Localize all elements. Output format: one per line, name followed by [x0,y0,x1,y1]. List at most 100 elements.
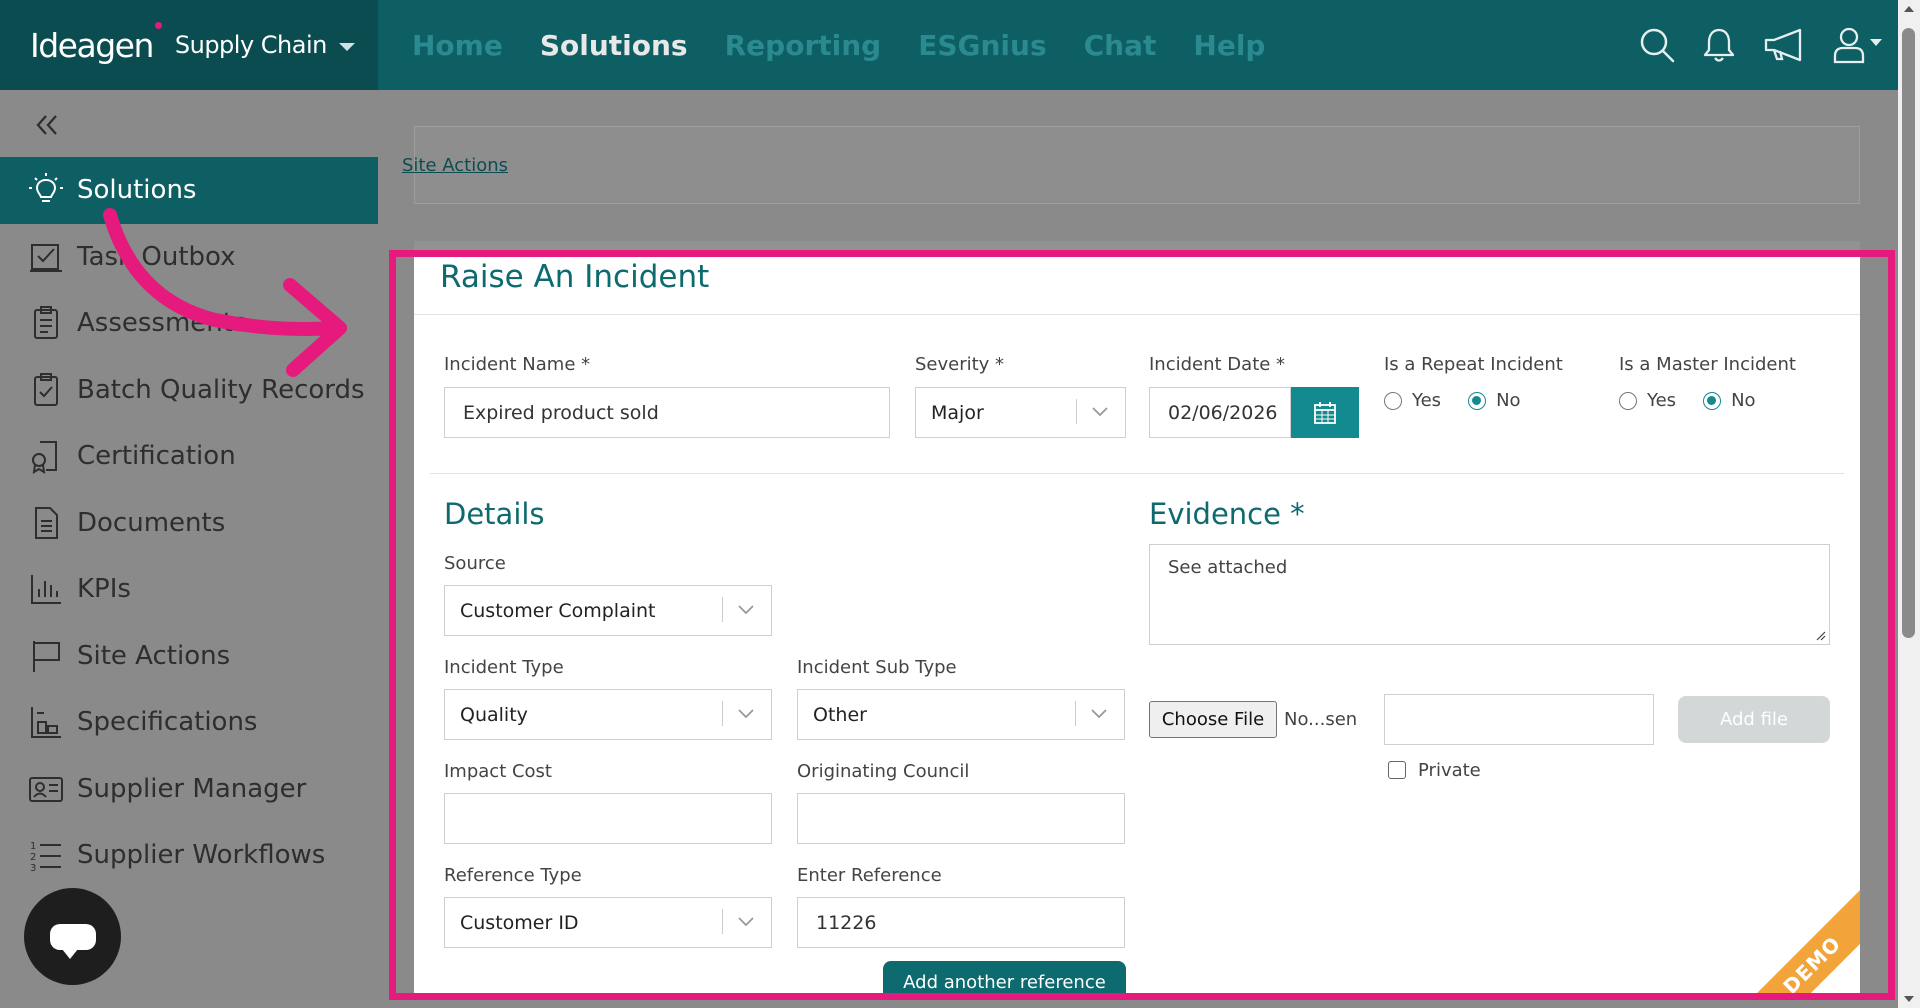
evidence-textarea[interactable]: See attached [1149,544,1830,645]
chat-icon [49,923,96,959]
repeat-yes-label: Yes [1412,390,1442,411]
details-heading: Details [444,497,545,531]
svg-text:2: 2 [30,852,36,863]
sidebar-item-supplier-workflows[interactable]: 123 Supplier Workflows [0,822,378,889]
add-file-button[interactable]: Add file [1678,696,1830,743]
caret-down-icon [338,43,355,51]
incident-sub-type-value: Other [813,703,867,726]
breadcrumb-panel [414,126,1860,204]
originating-council-field[interactable] [797,793,1125,844]
chat-widget-button[interactable] [24,888,121,985]
master-yes-radio[interactable] [1619,391,1637,410]
sidebar-item-label: Task Outbox [77,241,236,272]
choose-file-button[interactable]: Choose File [1149,701,1277,738]
master-incident-label: Is a Master Incident [1619,354,1796,375]
sidebar-item-label: Certification [77,441,236,472]
originating-council-label: Originating Council [797,761,970,782]
source-label: Source [444,553,506,574]
id-card-icon [28,771,64,807]
clipboard-check-icon [28,372,64,408]
incident-date-label: Incident Date * [1149,354,1286,375]
repeat-yes-radio[interactable] [1384,391,1402,410]
no-file-chosen-text: No...sen [1284,709,1358,730]
sidebar-item-task-outbox[interactable]: Task Outbox [0,224,378,291]
page-scrollbar[interactable] [1898,0,1920,1008]
resize-handle-icon[interactable] [1814,629,1826,641]
add-reference-button[interactable]: Add another reference [883,961,1126,1000]
page-title: Raise An Incident [440,259,710,295]
scroll-up-icon[interactable] [1904,6,1914,12]
sidebar-item-batch-quality-records[interactable]: Batch Quality Records [0,357,378,424]
ideagen-logo: Ideagen [30,21,162,65]
demo-ribbon: DEMO [1720,873,1860,1000]
file-description-field[interactable] [1384,694,1654,745]
incident-type-select[interactable]: Quality [444,689,772,740]
sidebar-item-certification[interactable]: Certification [0,423,378,490]
megaphone-icon[interactable] [1762,26,1808,64]
bar-chart-icon [28,571,64,607]
nav-help[interactable]: Help [1193,29,1265,62]
private-label: Private [1418,760,1481,781]
svg-text:1: 1 [30,841,36,852]
sidebar-item-label: Batch Quality Records [77,374,365,405]
product-name: Supply Chain [174,31,327,59]
spec-icon [28,704,64,740]
enter-reference-field[interactable]: 11226 [797,897,1125,948]
incident-name-field[interactable]: Expired product sold [444,387,890,438]
clipboard-icon [28,305,64,341]
user-icon[interactable] [1832,26,1884,64]
incident-type-label: Incident Type [444,657,564,678]
impact-cost-field[interactable] [444,793,772,844]
lightbulb-icon [28,172,64,208]
sidebar-item-kpis[interactable]: KPIs [0,556,378,623]
incident-sub-type-select[interactable]: Other [797,689,1125,740]
nav-esgnius[interactable]: ESGnius [918,29,1046,62]
source-select[interactable]: Customer Complaint [444,585,772,636]
chevron-down-icon [738,709,754,719]
sidebar-item-label: Assessments [77,308,247,339]
sidebar-item-label: Specifications [77,707,258,738]
enter-reference-label: Enter Reference [797,865,942,886]
incident-date-field[interactable]: 02/06/2026 [1149,387,1291,438]
severity-select[interactable]: Major [915,387,1126,438]
sidebar-item-label: KPIs [77,574,131,605]
nav-chat[interactable]: Chat [1084,29,1157,62]
nav-home[interactable]: Home [412,29,503,62]
sidebar-item-label: Solutions [77,175,197,206]
sidebar-item-site-actions[interactable]: Site Actions [0,623,378,690]
document-icon [28,505,64,541]
nav-reporting[interactable]: Reporting [725,29,882,62]
collapse-sidebar-icon[interactable] [32,110,62,140]
divider [430,473,1844,474]
certificate-icon [28,438,64,475]
severity-value: Major [931,401,984,424]
chevron-down-icon [738,917,754,927]
master-yes-label: Yes [1647,390,1677,411]
sidebar-item-documents[interactable]: Documents [0,490,378,557]
incident-type-value: Quality [460,703,528,726]
reference-type-select[interactable]: Customer ID [444,897,772,948]
repeat-no-radio[interactable] [1468,391,1487,410]
breadcrumb-site-actions[interactable]: Site Actions [402,155,508,176]
nav-solutions[interactable]: Solutions [540,29,688,62]
repeat-incident-radios: Yes No [1384,390,1548,411]
sidebar-item-specifications[interactable]: Specifications [0,689,378,756]
scroll-down-icon[interactable] [1904,996,1914,1002]
bell-icon[interactable] [1700,26,1738,64]
brand-switcher[interactable]: Ideagen Supply Chain [0,0,378,90]
search-icon[interactable] [1638,26,1676,64]
date-picker-button[interactable] [1291,387,1359,438]
main-nav: Home Solutions Reporting ESGnius Chat He… [412,0,1302,90]
sidebar-item-supplier-manager[interactable]: Supplier Manager [0,756,378,823]
sidebar-menu: Solutions Task Outbox Assessments Batch … [0,157,378,889]
top-bar: Ideagen Supply Chain Home Solutions Repo… [0,0,1920,90]
sidebar-item-solutions[interactable]: Solutions [0,157,378,224]
master-no-radio[interactable] [1703,391,1722,410]
master-incident-radios: Yes No [1619,390,1783,411]
impact-cost-label: Impact Cost [444,761,552,782]
private-checkbox[interactable] [1388,761,1406,779]
scroll-thumb[interactable] [1902,28,1915,638]
chevron-down-icon [738,605,754,615]
reference-type-value: Customer ID [460,911,579,934]
sidebar-item-assessments[interactable]: Assessments [0,290,378,357]
